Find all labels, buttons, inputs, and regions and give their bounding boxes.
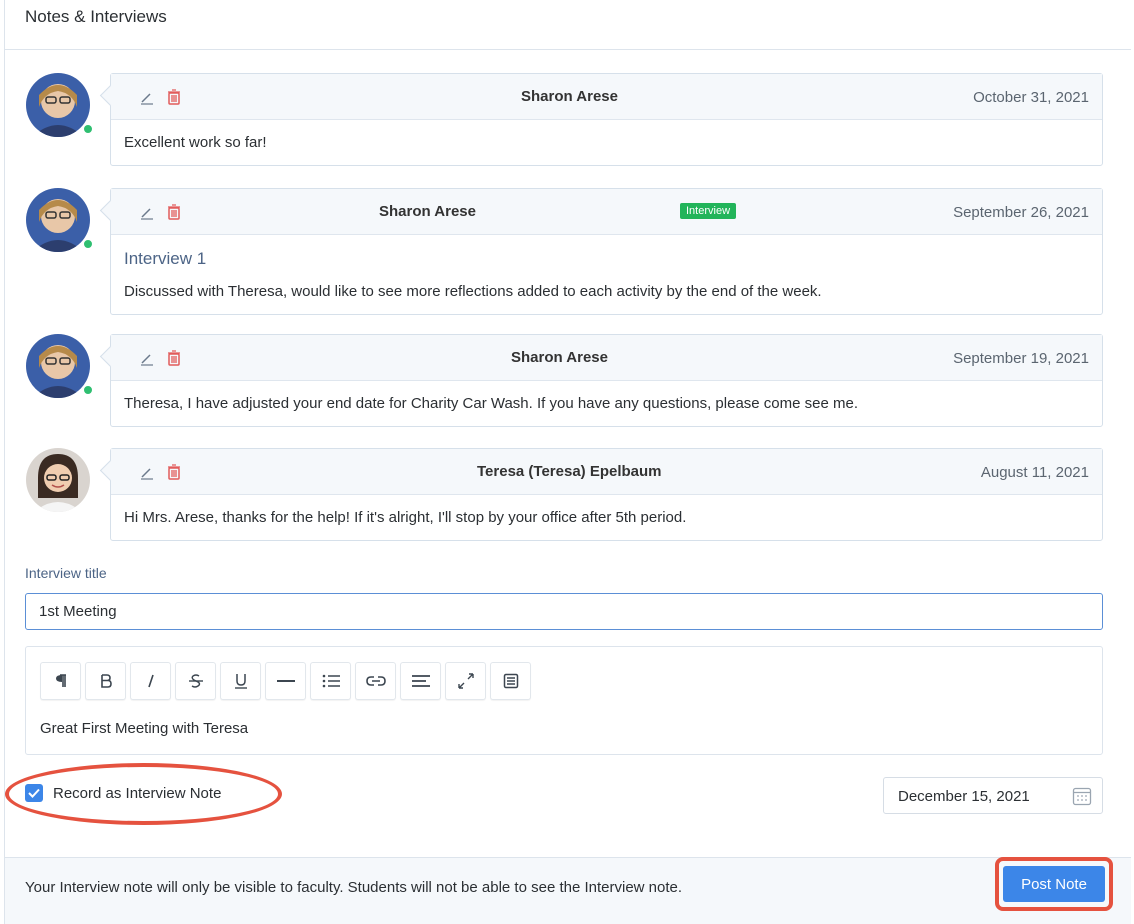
strikethrough-icon[interactable] — [175, 662, 216, 700]
note-date: September 26, 2021 — [953, 204, 1089, 221]
avatar — [26, 334, 94, 398]
interview-title-label: Interview title — [25, 565, 107, 581]
trash-icon[interactable] — [165, 203, 183, 221]
avatar — [26, 73, 94, 137]
edit-icon[interactable] — [139, 463, 157, 481]
note-author: Sharon Arese — [511, 349, 608, 366]
panel-header: Notes & Interviews — [5, 0, 1131, 50]
note-card: Teresa (Teresa) Epelbaum August 11, 2021… — [110, 448, 1103, 541]
avatar — [26, 188, 94, 252]
note-date: August 11, 2021 — [980, 464, 1089, 481]
edit-icon[interactable] — [139, 203, 157, 221]
date-picker-input[interactable]: December 15, 2021 — [883, 777, 1103, 814]
note-date: September 19, 2021 — [953, 350, 1089, 367]
note-text: Theresa, I have adjusted your end date f… — [124, 395, 859, 412]
notes-panel: Notes & Interviews Sharon Arese October … — [4, 0, 1131, 924]
fullscreen-icon[interactable] — [445, 662, 486, 700]
list-icon[interactable] — [310, 662, 351, 700]
note-card-header: Teresa (Teresa) Epelbaum August 11, 2021 — [111, 449, 1102, 495]
trash-icon[interactable] — [165, 349, 183, 367]
trash-icon[interactable] — [165, 88, 183, 106]
edit-icon[interactable] — [139, 349, 157, 367]
note-author: Sharon Arese — [521, 88, 618, 105]
visibility-notice: Your Interview note will only be visible… — [25, 879, 683, 896]
bold-icon[interactable] — [85, 662, 126, 700]
post-note-button[interactable]: Post Note — [1003, 866, 1105, 902]
source-icon[interactable] — [490, 662, 531, 700]
note-card: Sharon Arese Interview September 26, 202… — [110, 188, 1103, 315]
note-date: October 31, 2021 — [973, 89, 1089, 106]
note-editor[interactable]: Great First Meeting with Teresa — [25, 646, 1103, 755]
check-icon — [28, 788, 40, 798]
horizontal-rule-icon[interactable] — [265, 662, 306, 700]
note-text: Hi Mrs. Arese, thanks for the help! If i… — [124, 509, 687, 526]
note-author: Teresa (Teresa) Epelbaum — [477, 463, 662, 480]
note-body: Interview 1 Discussed with Theresa, woul… — [111, 235, 1102, 314]
align-icon[interactable] — [400, 662, 441, 700]
note-subtitle: Interview 1 — [124, 249, 207, 268]
paragraph-icon[interactable] — [40, 662, 81, 700]
note-card-header: Sharon Arese Interview September 26, 202… — [111, 189, 1102, 235]
date-value: December 15, 2021 — [898, 788, 1030, 805]
calendar-icon[interactable] — [1072, 786, 1092, 806]
note-card: Sharon Arese September 19, 2021 Theresa,… — [110, 334, 1103, 427]
record-interview-label[interactable]: Record as Interview Note — [53, 785, 221, 802]
avatar — [26, 448, 90, 512]
note-author: Sharon Arese — [379, 203, 476, 220]
edit-icon[interactable] — [139, 88, 157, 106]
link-icon[interactable] — [355, 662, 396, 700]
note-card-header: Sharon Arese October 31, 2021 — [111, 74, 1102, 120]
italic-icon[interactable] — [130, 662, 171, 700]
note-card-header: Sharon Arese September 19, 2021 — [111, 335, 1102, 381]
editor-content[interactable]: Great First Meeting with Teresa — [40, 720, 248, 737]
interview-title-input[interactable] — [25, 593, 1103, 630]
panel-footer: Your Interview note will only be visible… — [5, 857, 1131, 924]
online-status-dot — [82, 238, 94, 250]
interview-badge: Interview — [680, 203, 737, 219]
note-card: Sharon Arese October 31, 2021 Excellent … — [110, 73, 1103, 166]
trash-icon[interactable] — [165, 463, 183, 481]
online-status-dot — [82, 384, 94, 396]
note-text: Excellent work so far! — [124, 134, 267, 151]
record-interview-checkbox-row[interactable]: Record as Interview Note — [25, 784, 221, 802]
record-interview-checkbox[interactable] — [25, 784, 43, 802]
panel-title: Notes & Interviews — [25, 7, 167, 26]
underline-icon[interactable] — [220, 662, 261, 700]
online-status-dot — [82, 123, 94, 135]
editor-toolbar — [40, 662, 531, 700]
note-text: Discussed with Theresa, would like to se… — [124, 283, 822, 300]
